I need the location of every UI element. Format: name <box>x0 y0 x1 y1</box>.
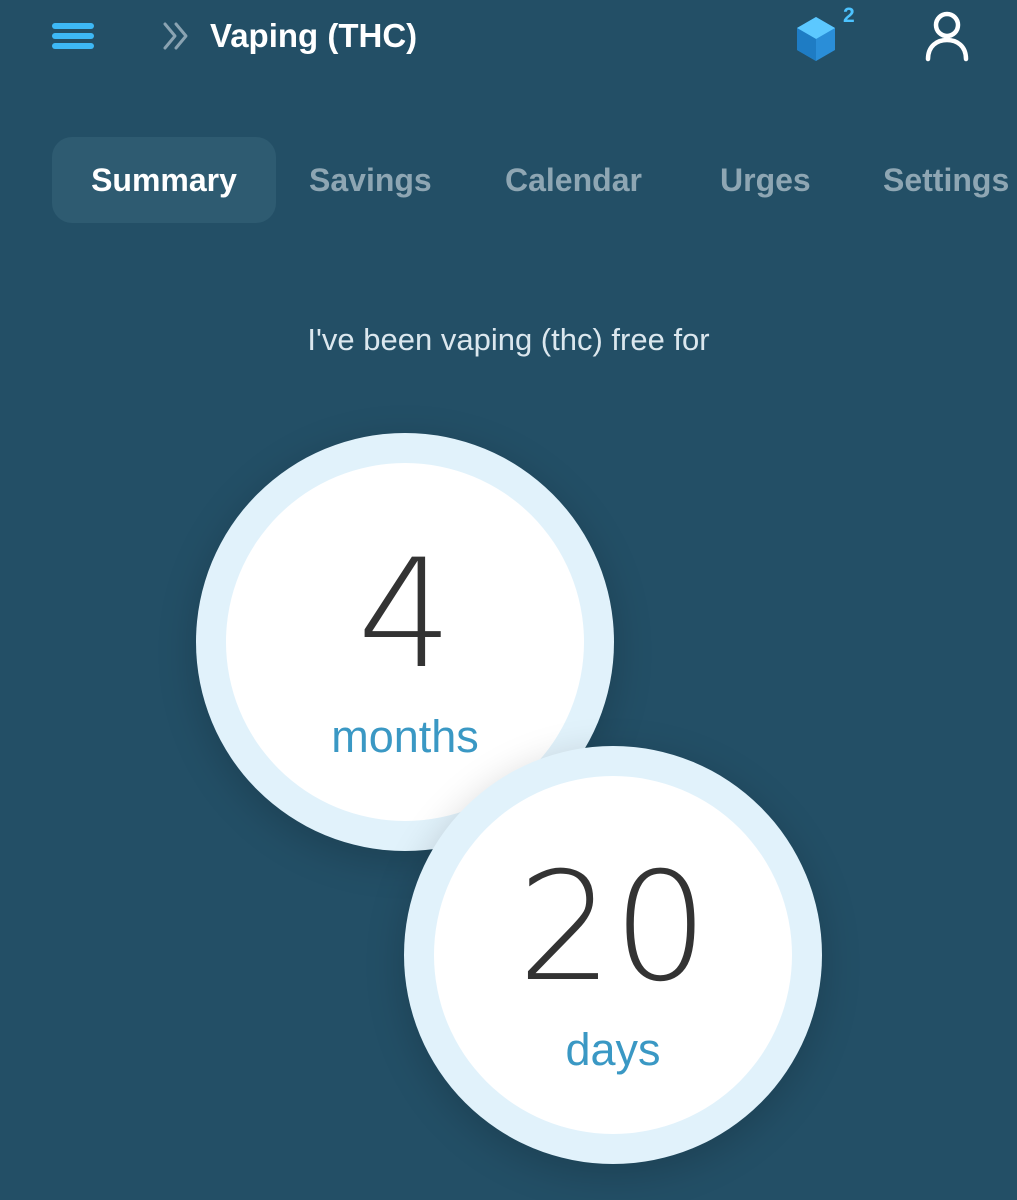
user-profile-icon <box>925 11 969 62</box>
tab-calendar[interactable]: Calendar <box>505 137 642 223</box>
tab-summary[interactable]: Summary <box>52 137 276 223</box>
days-label: days <box>565 1024 661 1075</box>
days-counter: 20 days <box>404 746 822 1164</box>
top-bar: Vaping (THC) 2 <box>0 0 1017 80</box>
days-value: 20 <box>517 841 709 1015</box>
tab-urges[interactable]: Urges <box>720 137 811 223</box>
menu-button[interactable] <box>50 18 98 54</box>
tab-savings[interactable]: Savings <box>309 137 432 223</box>
hamburger-menu-icon <box>52 23 94 49</box>
achievements-button[interactable] <box>788 8 868 64</box>
double-chevron-right-icon <box>163 22 188 50</box>
months-value: 4 <box>357 528 453 702</box>
page-title: Vaping (THC) <box>210 17 418 54</box>
hexagon-gem-icon <box>797 17 835 61</box>
quit-duration-intro: I've been vaping (thc) free for <box>307 322 710 357</box>
profile-button[interactable] <box>920 8 974 64</box>
tab-settings[interactable]: Settings <box>883 137 1009 223</box>
badge-count: 2 <box>843 4 855 27</box>
tab-bar: Summary Savings Calendar Urges Settings <box>0 137 1017 223</box>
